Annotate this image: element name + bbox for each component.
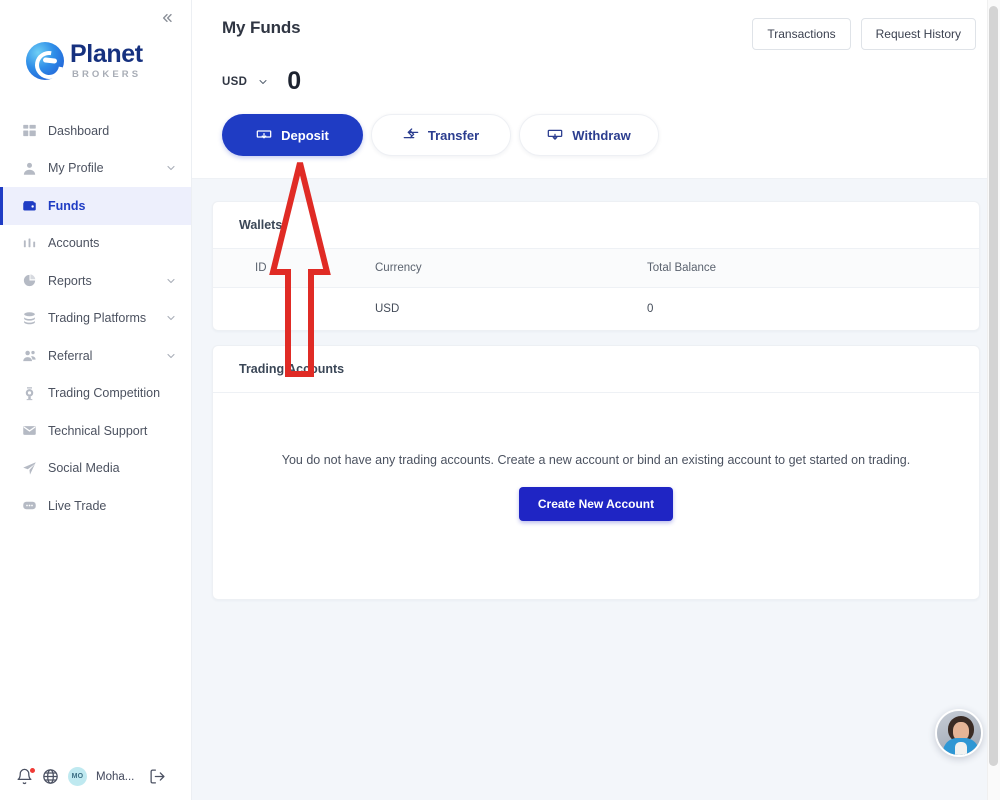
fund-action-buttons: Deposit Transfer Withdraw (222, 114, 976, 156)
cell-total-balance: 0 (647, 303, 654, 315)
balance-amount: 0 (287, 67, 302, 95)
sidebar-item-label: Trading Platforms (48, 311, 147, 326)
chevron-down-icon (165, 275, 177, 287)
sidebar: Planet BROKERS Dashboard My Profile Fund… (0, 0, 192, 800)
funds-topbar: My Funds Transactions Request History US… (192, 0, 1000, 179)
sidebar-footer: MO Moha... (0, 767, 192, 786)
sidebar-item-live-trade[interactable]: Live Trade (0, 487, 191, 525)
deposit-button[interactable]: Deposit (222, 114, 363, 156)
sidebar-item-label: Technical Support (48, 423, 148, 438)
currency-code: USD (222, 75, 248, 88)
trophy-icon (22, 386, 37, 401)
sidebar-item-label: My Profile (48, 161, 104, 176)
wallets-title: Wallets (213, 202, 979, 249)
balance-row: USD 0 (222, 67, 976, 96)
support-agent-avatar[interactable] (935, 709, 983, 757)
deposit-card-icon (256, 127, 272, 143)
sidebar-item-referral[interactable]: Referral (0, 337, 191, 375)
page-title: My Funds (222, 18, 301, 37)
empty-state: You do not have any trading accounts. Cr… (213, 393, 979, 599)
transfer-button-label: Transfer (427, 127, 480, 143)
grid-icon (22, 123, 37, 138)
notification-badge (29, 767, 36, 774)
chevron-down-icon (165, 312, 177, 324)
chevron-down-icon (257, 76, 269, 88)
send-icon (22, 461, 37, 476)
sidebar-nav: Dashboard My Profile Funds Accounts Repo… (0, 112, 191, 525)
withdraw-button[interactable]: Withdraw (519, 114, 659, 156)
funds-content: Wallets ID Currency Total Balance USD 0 … (192, 179, 1000, 800)
cell-currency: USD (375, 303, 400, 315)
sidebar-item-funds[interactable]: Funds (0, 187, 191, 225)
deposit-button-label: Deposit (281, 127, 329, 143)
pie-chart-icon (22, 273, 37, 288)
column-header-id: ID (213, 249, 363, 288)
bars-icon (22, 236, 37, 251)
chat-icon (22, 498, 37, 513)
sidebar-item-technical-support[interactable]: Technical Support (0, 412, 191, 450)
users-icon (22, 348, 37, 363)
create-new-account-button[interactable]: Create New Account (518, 487, 674, 521)
wallets-card: Wallets ID Currency Total Balance USD 0 (212, 201, 980, 331)
logo-name: Planet (70, 40, 143, 69)
avatar-shirt (955, 742, 967, 755)
currency-selector[interactable]: USD (222, 76, 269, 88)
sidebar-item-my-profile[interactable]: My Profile (0, 150, 191, 188)
sidebar-item-label: Social Media (48, 461, 120, 476)
sidebar-item-trading-platforms[interactable]: Trading Platforms (0, 300, 191, 338)
database-icon (22, 311, 37, 326)
logout-icon[interactable] (149, 768, 166, 785)
sidebar-item-reports[interactable]: Reports (0, 262, 191, 300)
user-name-label[interactable]: Moha... (96, 771, 134, 783)
table-header-row: ID Currency Total Balance (213, 249, 979, 288)
sidebar-item-label: Dashboard (48, 123, 110, 138)
main-area: My Funds Transactions Request History US… (192, 0, 1000, 800)
chevron-down-icon (165, 350, 177, 362)
sidebar-collapse-button[interactable] (155, 6, 179, 30)
chevron-double-left-icon (162, 13, 172, 23)
page-scrollbar-thumb[interactable] (989, 6, 998, 766)
page-scrollbar-track[interactable] (987, 0, 1000, 800)
withdraw-button-label: Withdraw (572, 127, 631, 143)
chevron-down-icon (165, 162, 177, 174)
bell-icon[interactable] (16, 767, 36, 785)
table-row[interactable]: USD 0 (213, 288, 979, 331)
transfer-arrows-icon (403, 127, 419, 143)
sidebar-item-label: Funds (48, 198, 86, 213)
column-header-total-balance: Total Balance (635, 249, 979, 288)
trading-accounts-title: Trading Accounts (213, 346, 979, 393)
transfer-button[interactable]: Transfer (371, 114, 511, 156)
app-root: Planet BROKERS Dashboard My Profile Fund… (0, 0, 1000, 800)
user-icon (22, 161, 37, 176)
sidebar-item-label: Accounts (48, 236, 100, 251)
globe-icon[interactable] (42, 768, 59, 785)
sidebar-item-label: Trading Competition (48, 386, 161, 401)
withdraw-card-icon (547, 127, 563, 143)
sidebar-item-social-media[interactable]: Social Media (0, 450, 191, 488)
wallets-table: ID Currency Total Balance USD 0 (213, 249, 979, 330)
trading-accounts-card: Trading Accounts You do not have any tra… (212, 345, 980, 600)
sidebar-item-dashboard[interactable]: Dashboard (0, 112, 191, 150)
sidebar-item-trading-competition[interactable]: Trading Competition (0, 375, 191, 413)
sidebar-item-accounts[interactable]: Accounts (0, 225, 191, 263)
request-history-button[interactable]: Request History (860, 18, 976, 50)
transactions-button[interactable]: Transactions (752, 18, 851, 50)
avatar[interactable]: MO (68, 767, 87, 786)
e-globe-icon (26, 42, 64, 80)
top-actions: Transactions Request History (752, 18, 976, 50)
sidebar-item-label: Live Trade (48, 498, 107, 513)
empty-state-message: You do not have any trading accounts. Cr… (281, 453, 911, 467)
wallet-icon (22, 198, 37, 213)
column-header-currency: Currency (363, 249, 635, 288)
logo-subtitle: BROKERS (72, 69, 142, 81)
sidebar-item-label: Referral (48, 348, 93, 363)
cell-id (213, 288, 363, 331)
envelope-icon (22, 423, 37, 438)
sidebar-item-label: Reports (48, 273, 92, 288)
